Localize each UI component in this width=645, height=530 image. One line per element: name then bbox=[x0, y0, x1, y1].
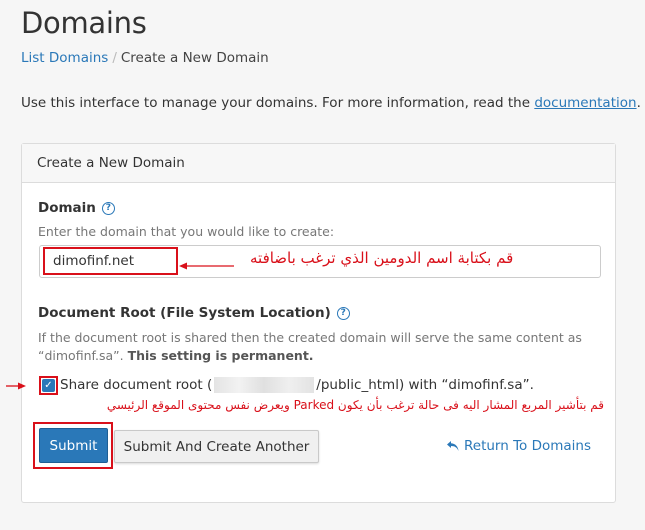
question-circle-icon[interactable]: ? bbox=[336, 306, 350, 320]
domain-hint: Enter the domain that you would like to … bbox=[38, 224, 335, 239]
return-to-domains-link[interactable]: Return To Domains bbox=[446, 438, 591, 454]
docroot-hint-line1: If the document root is shared then the … bbox=[38, 330, 582, 345]
share-docroot-checkbox[interactable]: ✓ bbox=[42, 378, 55, 392]
breadcrumb: List Domains / Create a New Domain bbox=[21, 50, 269, 66]
docroot-hint-line2: “dimofinf.sa”. bbox=[38, 348, 124, 363]
intro-end: . bbox=[636, 95, 641, 111]
docroot-annotation-text: قم بتأشير المربع المشار اليه فى حالة ترغ… bbox=[106, 398, 604, 412]
annotation-arrow-right-icon bbox=[6, 382, 26, 390]
submit-and-create-another-button[interactable]: Submit And Create Another bbox=[114, 430, 319, 463]
docroot-label: Document Root (File System Location) ? bbox=[38, 305, 350, 321]
docroot-label-text: Document Root (File System Location) bbox=[38, 305, 331, 321]
domain-label: Domain ? bbox=[38, 200, 115, 216]
return-to-domains-text[interactable]: Return To Domains bbox=[464, 438, 591, 454]
share-docroot-label-pre: Share document root ( bbox=[60, 377, 213, 393]
panel-heading: Create a New Domain bbox=[22, 144, 615, 183]
question-circle-icon[interactable]: ? bbox=[101, 201, 115, 215]
intro-sentence: Use this interface to manage your domain… bbox=[21, 95, 531, 111]
documentation-link[interactable]: documentation bbox=[534, 95, 636, 111]
share-docroot-checkbox-highlight: ✓ bbox=[39, 375, 58, 395]
submit-button[interactable]: Submit bbox=[39, 428, 108, 463]
docroot-hint: If the document root is shared then the … bbox=[38, 329, 598, 365]
share-docroot-row: ✓ Share document root ( /public_html) wi… bbox=[39, 375, 534, 395]
domain-annotation-text: قم بكتابة اسم الدومين الذي ترغب باضافته bbox=[250, 249, 514, 267]
create-domain-panel: Create a New Domain Domain ? Enter the d… bbox=[6, 143, 616, 503]
annotation-arrow-left-icon bbox=[179, 262, 234, 270]
submit-button-highlight: Submit bbox=[33, 422, 113, 469]
undo-arrow-icon bbox=[447, 441, 459, 451]
intro-text: Use this interface to manage your domain… bbox=[21, 95, 641, 111]
docroot-hint-permanent: This setting is permanent. bbox=[127, 348, 314, 363]
page-title: Domains bbox=[21, 6, 147, 40]
redacted-path bbox=[214, 377, 315, 393]
breadcrumb-separator: / bbox=[112, 50, 117, 66]
share-docroot-label-post: /public_html) with “dimofinf.sa”. bbox=[316, 377, 534, 393]
breadcrumb-current: Create a New Domain bbox=[120, 50, 269, 66]
domain-label-text: Domain bbox=[38, 200, 96, 216]
breadcrumb-list-domains-link[interactable]: List Domains bbox=[21, 50, 108, 66]
domain-input-value[interactable]: dimofinf.net bbox=[43, 247, 178, 275]
